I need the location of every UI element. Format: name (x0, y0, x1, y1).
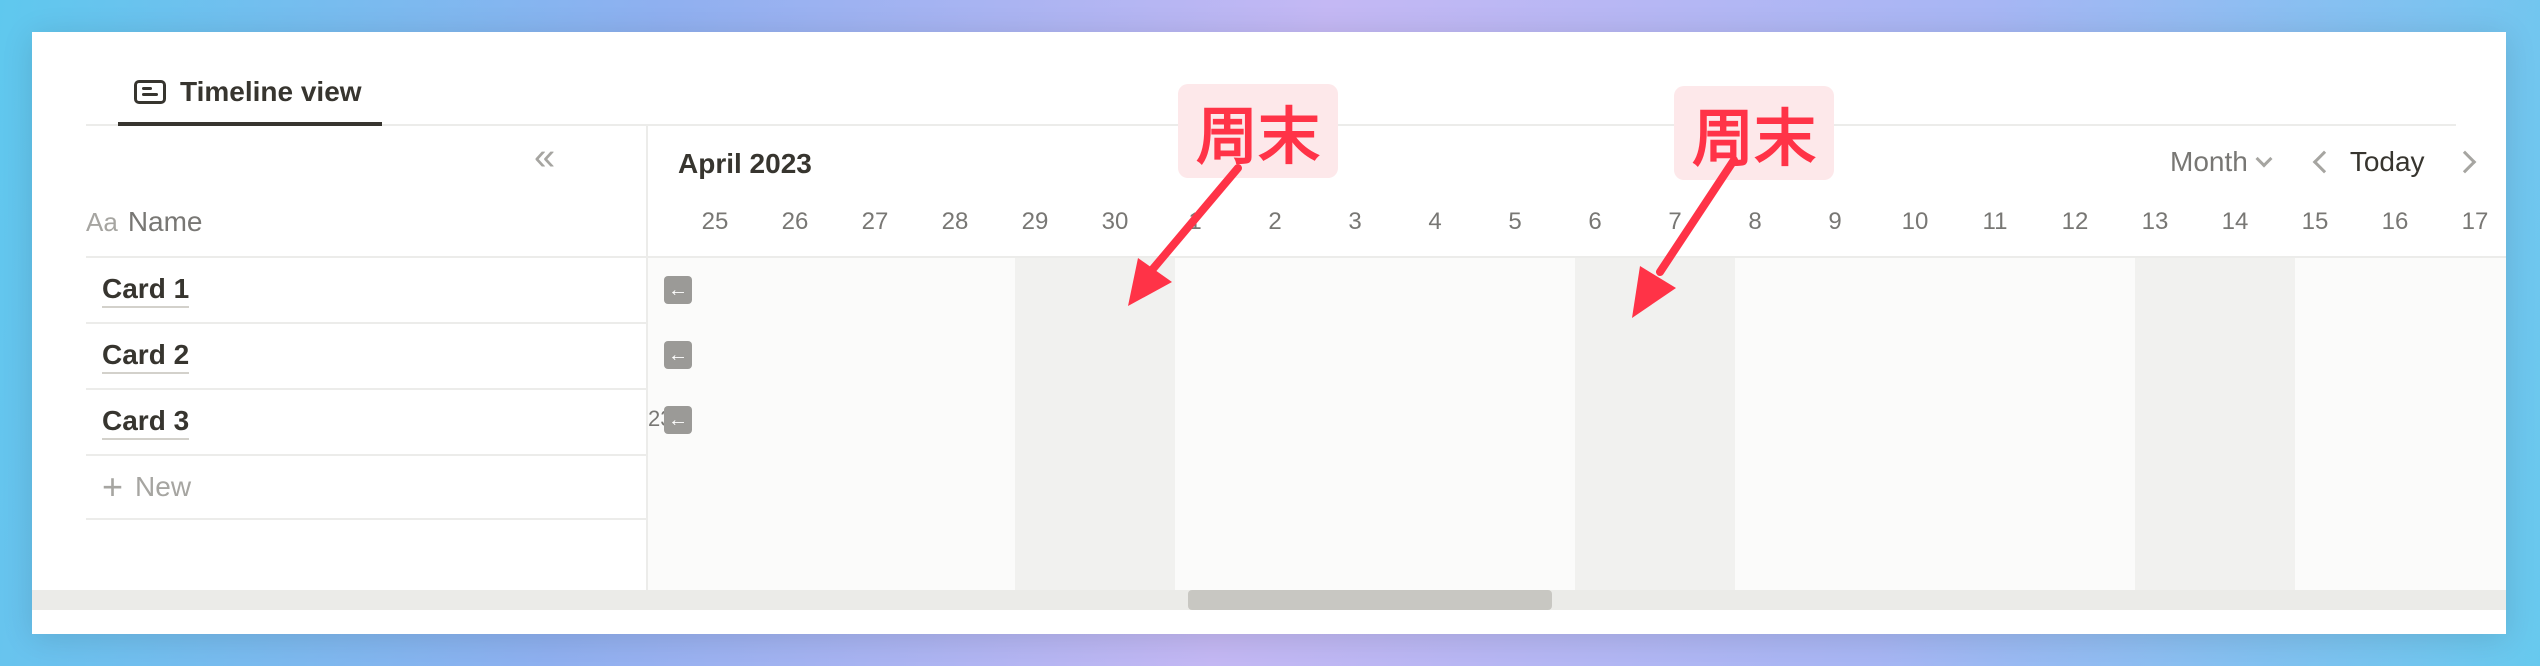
tab-timeline-view[interactable]: Timeline view (118, 62, 382, 126)
scrollbar-thumb[interactable] (1188, 590, 1552, 610)
day-label: 2 (1268, 208, 1282, 235)
day-label: 1 (1188, 208, 1202, 235)
day-label: 13 (2141, 208, 2169, 235)
new-row-button[interactable]: + New (86, 454, 646, 520)
weekend-callout: 周末 (1674, 86, 1835, 180)
plus-icon: + (102, 466, 124, 507)
day-label: 30 (1101, 208, 1129, 235)
weekend-callout: 周末 (1178, 84, 1339, 178)
view-select-label: Month (2170, 146, 2248, 177)
day-header-row: 242526272829301234567891011121314151617 (648, 200, 2506, 258)
day-label: 25 (701, 208, 729, 235)
chevron-left-icon[interactable] (2312, 150, 2336, 174)
day-label: 12 (2061, 208, 2089, 235)
day-label: 10 (1901, 208, 1929, 235)
day-label: 11 (1982, 208, 2008, 235)
row-title: Card 3 (102, 405, 190, 440)
arrow-left-icon[interactable]: ← (664, 341, 692, 369)
day-label: 16 (2381, 208, 2409, 235)
row-title: Card 1 (102, 273, 190, 308)
tab-label: Timeline view (180, 76, 362, 107)
day-label: 5 (1508, 208, 1522, 235)
day-label: 9 (1828, 208, 1842, 235)
day-label: 29 (1021, 208, 1049, 235)
day-label: 6 (1588, 208, 1602, 235)
day-label: 3 (1348, 208, 1362, 235)
view-select[interactable]: Month (2170, 146, 2273, 178)
day-label: 8 (1748, 208, 1762, 235)
day-label: 17 (2461, 208, 2489, 235)
name-column-header[interactable]: Aa Name (86, 206, 203, 238)
month-title: April 2023 (678, 148, 812, 179)
day-label: 7 (1668, 208, 1682, 235)
day-label: 15 (2301, 208, 2329, 235)
name-column-label: Name (127, 206, 203, 237)
weekend-column (2135, 258, 2295, 594)
table-row[interactable]: Card 1 (86, 256, 646, 322)
day-label: 28 (941, 208, 969, 235)
chevron-down-icon (2255, 150, 2273, 168)
table-row[interactable]: Card 2 (86, 322, 646, 388)
arrow-left-icon[interactable]: ← (664, 276, 692, 304)
collapse-icon[interactable]: « (534, 138, 555, 176)
timeline-controls: Month Today (2170, 146, 2476, 178)
day-label: 26 (781, 208, 809, 235)
text-property-icon: Aa (86, 206, 118, 237)
today-button[interactable]: Today (2350, 146, 2425, 178)
new-label: New (135, 471, 192, 502)
day-label: 4 (1428, 208, 1442, 235)
table-row[interactable]: Card 3 (86, 388, 646, 454)
chevron-right-icon[interactable] (2453, 150, 2476, 174)
timeline-grid[interactable] (648, 258, 2506, 594)
day-label: 24 (648, 208, 675, 236)
arrow-left-icon[interactable]: ← (664, 406, 692, 434)
day-label: 27 (861, 208, 889, 235)
timeline-icon (134, 80, 166, 104)
row-title: Card 2 (102, 339, 190, 374)
weekend-column (1015, 258, 1175, 594)
day-label: 14 (2221, 208, 2249, 235)
weekend-column (1575, 258, 1735, 594)
